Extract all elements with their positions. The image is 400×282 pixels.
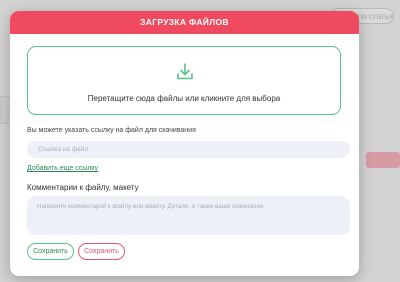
link-label: Вы можете указать ссылку на файл для ска… bbox=[27, 127, 196, 134]
modal-title: ЗАГРУЗКА ФАЙЛОВ bbox=[10, 11, 359, 34]
download-tray-icon bbox=[175, 62, 195, 82]
comment-label: Комментарии к файлу, макету bbox=[27, 183, 139, 192]
save-secondary-button[interactable]: Сохранить bbox=[78, 243, 125, 260]
save-button[interactable]: Сохранить bbox=[27, 243, 74, 260]
upload-modal: ЗАГРУЗКА ФАЙЛОВ Перетащите сюда файлы ил… bbox=[10, 11, 359, 276]
add-link-button[interactable]: Добавить еще ссылку bbox=[27, 165, 98, 172]
comment-textarea[interactable] bbox=[27, 196, 350, 235]
dropzone-text: Перетащите сюда файлы или кликните для в… bbox=[87, 94, 281, 103]
file-link-input[interactable] bbox=[27, 141, 350, 158]
file-dropzone[interactable]: Перетащите сюда файлы или кликните для в… bbox=[27, 46, 341, 115]
